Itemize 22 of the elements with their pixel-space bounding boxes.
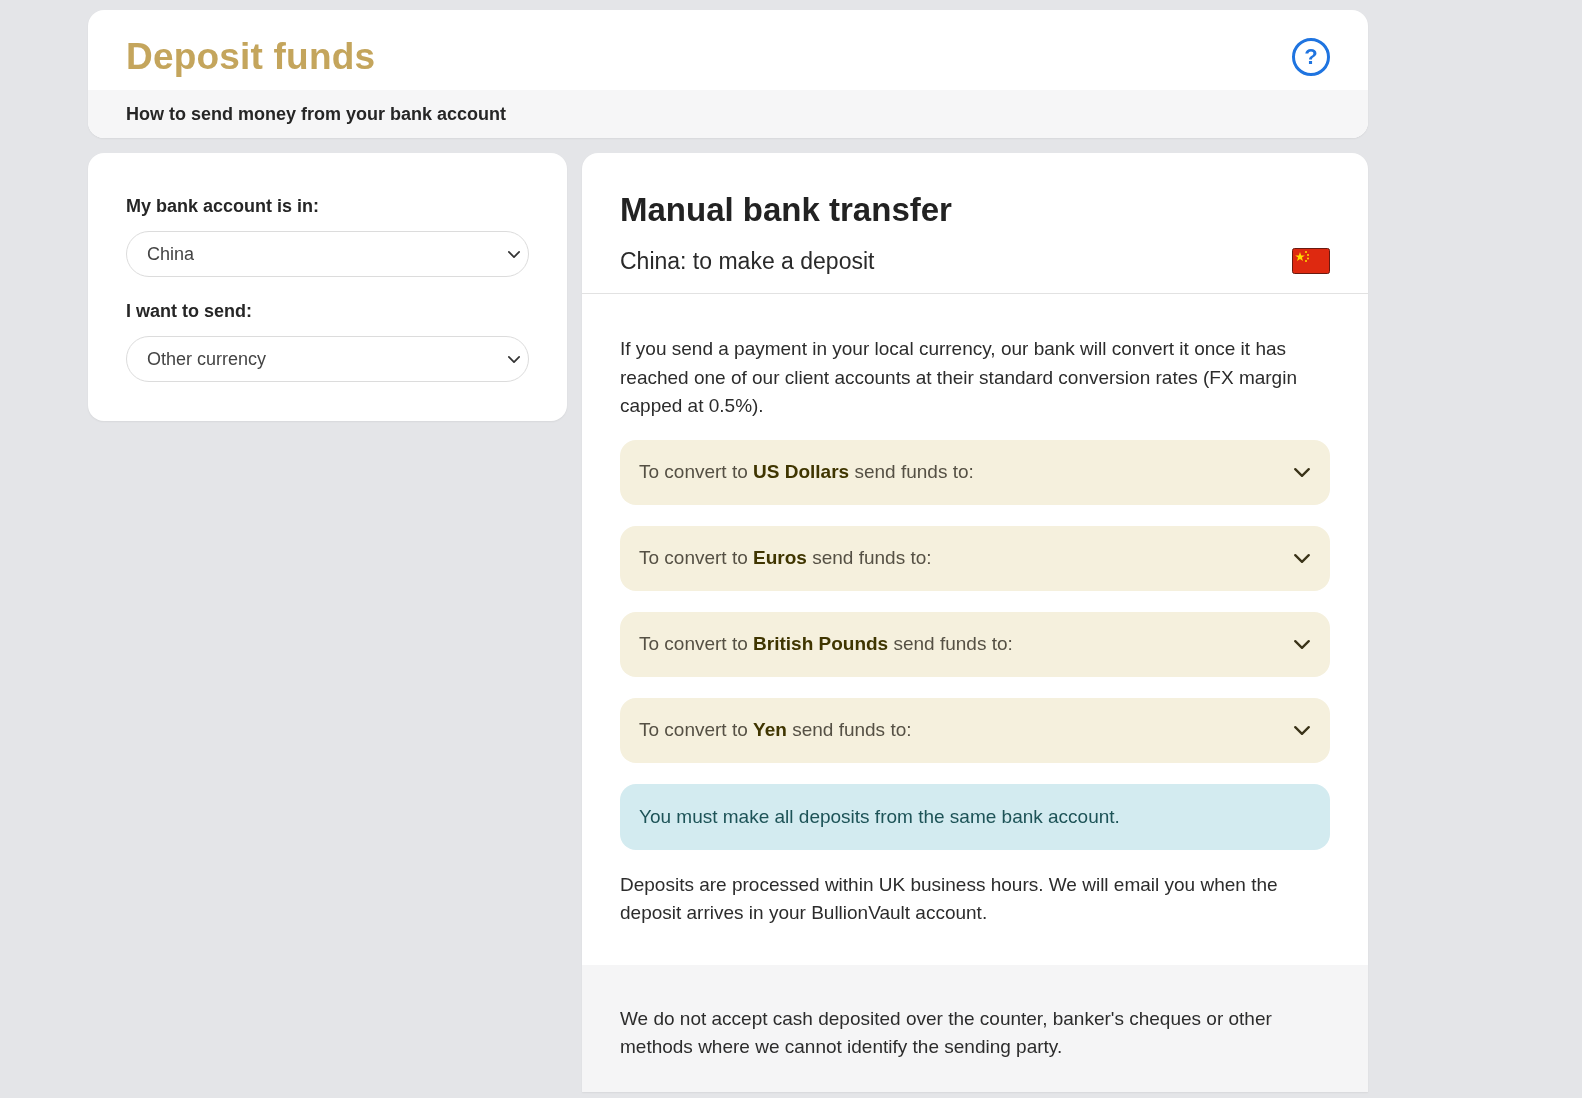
page-title: Deposit funds [126, 36, 376, 78]
page-subtitle: How to send money from your bank account [126, 103, 507, 125]
field-label: My bank account is in: [126, 196, 321, 217]
accordion-label: To convert to Yen send funds to: [639, 719, 912, 741]
chevron-down-icon [508, 355, 520, 363]
chevron-down-icon [508, 250, 520, 258]
field-label: I want to send: [126, 301, 253, 322]
processing-note: Deposits are processed within UK business hours. We will email you when the deposit arrives in your BullionVault account. [620, 872, 1279, 925]
accordion-label: To convert to British Pounds send funds to: [639, 633, 1013, 655]
section-title: Manual bank transfer [620, 190, 953, 230]
intro-text: If you send a payment in your local currency, our bank will convert it once it has reached one of our client accounts at their standard conversion rates (FX margin capped at 0.5%). [620, 337, 1298, 418]
accordion-header[interactable]: To convert to US Dollars send funds to: [620, 439, 1330, 505]
flag-icon [1292, 248, 1330, 274]
info-alert: You must make all deposits from the same bank account. [620, 783, 1330, 850]
accordion-header[interactable]: To convert to Yen send funds to: [620, 697, 1330, 763]
section-subtitle: China: to make a deposit [620, 247, 875, 276]
accordion-header[interactable]: To convert to Euros send funds to: [620, 525, 1330, 591]
accordion-label: To convert to Euros send funds to: [639, 547, 932, 569]
accordion-header[interactable]: To convert to British Pounds send funds to: [620, 611, 1330, 677]
help-button[interactable]: ? [1292, 38, 1330, 76]
footer-note: We do not accept cash deposited over the counter, banker's cheques or other methods where we cannot identify the sending party. [620, 1006, 1273, 1059]
accordion-label: To convert to US Dollars send funds to: [639, 461, 974, 483]
